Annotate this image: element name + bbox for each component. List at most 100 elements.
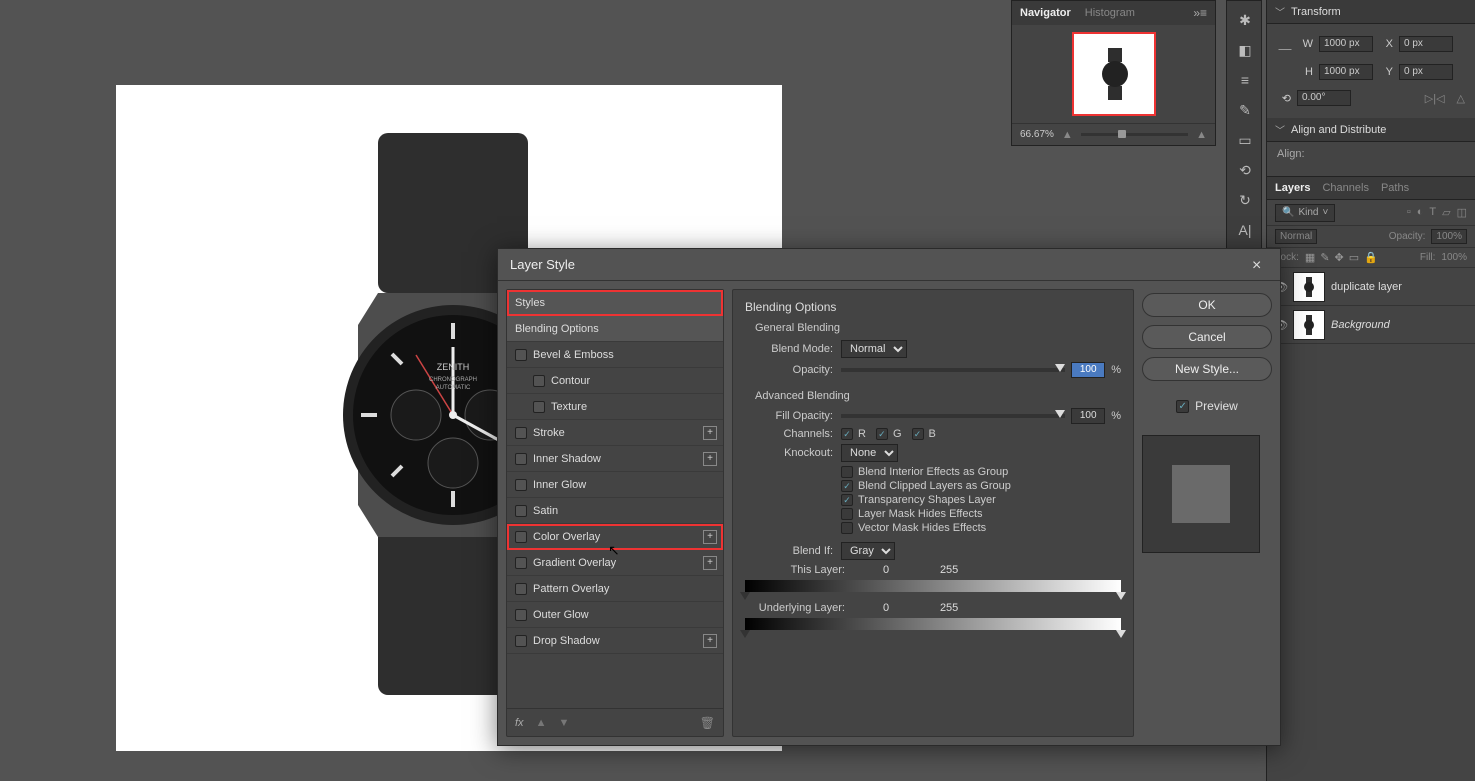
tab-channels[interactable]: Channels bbox=[1322, 182, 1368, 194]
blend-interior-checkbox[interactable] bbox=[841, 466, 853, 478]
preview-swatch bbox=[1142, 435, 1260, 553]
layer-name: Background bbox=[1331, 319, 1390, 331]
zoom-in-icon[interactable]: ▲ bbox=[1196, 129, 1207, 141]
lock-brush-icon[interactable]: ✎ bbox=[1320, 251, 1329, 264]
this-layer-label: This Layer: bbox=[745, 564, 845, 576]
tab-paths[interactable]: Paths bbox=[1381, 182, 1409, 194]
plus-icon[interactable]: + bbox=[703, 452, 717, 466]
height-field[interactable]: 1000 px bbox=[1319, 64, 1373, 80]
stroke-item[interactable]: Stroke+ bbox=[507, 420, 723, 446]
blend-clipped-checkbox[interactable] bbox=[841, 480, 853, 492]
outer-glow-item[interactable]: Outer Glow bbox=[507, 602, 723, 628]
plus-icon[interactable]: + bbox=[703, 634, 717, 648]
pattern-overlay-item[interactable]: Pattern Overlay bbox=[507, 576, 723, 602]
trash-icon[interactable]: 🗑 bbox=[700, 716, 715, 730]
align-section-header[interactable]: ﹀ Align and Distribute bbox=[1267, 118, 1475, 142]
transform-section-header[interactable]: ﹀ Transform bbox=[1267, 0, 1475, 24]
styles-header[interactable]: Styles bbox=[507, 290, 723, 316]
close-icon[interactable]: × bbox=[1252, 257, 1268, 273]
layer-thumbnail[interactable] bbox=[1293, 272, 1325, 302]
channel-r-checkbox[interactable] bbox=[841, 428, 853, 440]
library-icon[interactable]: ▭ bbox=[1227, 125, 1263, 155]
opacity-field[interactable]: 100 bbox=[1071, 362, 1105, 378]
ok-button[interactable]: OK bbox=[1142, 293, 1272, 317]
bevel-emboss-item[interactable]: Bevel & Emboss bbox=[507, 342, 723, 368]
channel-b-checkbox[interactable] bbox=[912, 428, 924, 440]
layer-row[interactable]: 👁 duplicate layer bbox=[1267, 268, 1475, 306]
lock-transparency-icon[interactable]: ▦ bbox=[1305, 251, 1315, 264]
drop-shadow-item[interactable]: Drop Shadow+ bbox=[507, 628, 723, 654]
inner-glow-item[interactable]: Inner Glow bbox=[507, 472, 723, 498]
flip-v-icon[interactable]: △ bbox=[1457, 92, 1465, 105]
zoom-out-icon[interactable]: ▲ bbox=[1062, 129, 1073, 141]
compass-icon[interactable]: ✱ bbox=[1227, 5, 1263, 35]
angle-field[interactable]: 0.00° bbox=[1297, 90, 1351, 106]
plus-icon[interactable]: + bbox=[703, 426, 717, 440]
layer-mask-hides-label: Layer Mask Hides Effects bbox=[858, 508, 983, 520]
lock-artboard-icon[interactable]: ▭ bbox=[1349, 251, 1359, 264]
color-overlay-item[interactable]: Color Overlay+ bbox=[507, 524, 723, 550]
arrow-down-icon[interactable]: ▼ bbox=[558, 717, 569, 729]
panel-menu-icon[interactable]: »≡ bbox=[1193, 6, 1207, 20]
x-field[interactable]: 0 px bbox=[1399, 36, 1453, 52]
lock-all-icon[interactable]: 🔒 bbox=[1364, 251, 1378, 264]
layers-opacity-field[interactable]: 100% bbox=[1431, 229, 1467, 244]
blend-interior-label: Blend Interior Effects as Group bbox=[858, 466, 1008, 478]
opacity-pct: % bbox=[1111, 364, 1121, 376]
flip-h-icon[interactable]: ▷|◁ bbox=[1425, 92, 1445, 105]
layer-filter-kind[interactable]: 🔍 Kind ˅ bbox=[1275, 204, 1335, 222]
new-style-button[interactable]: New Style... bbox=[1142, 357, 1272, 381]
zoom-slider[interactable] bbox=[1081, 133, 1188, 136]
inner-shadow-item[interactable]: Inner Shadow+ bbox=[507, 446, 723, 472]
navigator-thumbnail[interactable] bbox=[1072, 32, 1156, 116]
satin-item[interactable]: Satin bbox=[507, 498, 723, 524]
plus-icon[interactable]: + bbox=[703, 530, 717, 544]
width-field[interactable]: 1000 px bbox=[1319, 36, 1373, 52]
tab-histogram[interactable]: Histogram bbox=[1085, 7, 1135, 19]
knockout-select[interactable]: None bbox=[841, 444, 898, 462]
lock-move-icon[interactable]: ✥ bbox=[1335, 251, 1344, 264]
blending-options-item[interactable]: Blending Options bbox=[507, 316, 723, 342]
blend-if-select[interactable]: Gray bbox=[841, 542, 895, 560]
layers-blend-mode[interactable]: Normal bbox=[1275, 229, 1317, 244]
type-a-icon[interactable]: A| bbox=[1227, 215, 1263, 245]
filter-shape-icon[interactable]: ▱ bbox=[1442, 206, 1450, 219]
fill-opacity-slider[interactable] bbox=[841, 414, 1065, 418]
layer-row[interactable]: 👁 Background bbox=[1267, 306, 1475, 344]
cancel-button[interactable]: Cancel bbox=[1142, 325, 1272, 349]
layer-mask-hides-checkbox[interactable] bbox=[841, 508, 853, 520]
clone-icon[interactable]: ⟲ bbox=[1227, 155, 1263, 185]
contour-item[interactable]: Contour bbox=[507, 368, 723, 394]
fill-opacity-pct: % bbox=[1111, 410, 1121, 422]
brush-icon[interactable]: ✎ bbox=[1227, 95, 1263, 125]
plus-icon[interactable]: + bbox=[703, 556, 717, 570]
link-dimensions-icon[interactable]: ⎯⎯ bbox=[1277, 32, 1293, 66]
tab-layers[interactable]: Layers bbox=[1275, 182, 1310, 194]
filter-smart-icon[interactable]: ◫ bbox=[1457, 206, 1467, 219]
channel-g-checkbox[interactable] bbox=[876, 428, 888, 440]
color-icon[interactable]: ◧ bbox=[1227, 35, 1263, 65]
blend-mode-select[interactable]: Normal bbox=[841, 340, 907, 358]
opacity-slider[interactable] bbox=[841, 368, 1065, 372]
underlying-layer-slider[interactable] bbox=[745, 618, 1121, 630]
tab-navigator[interactable]: Navigator bbox=[1020, 7, 1071, 19]
adjustments-icon[interactable]: ≡ bbox=[1227, 65, 1263, 95]
preview-checkbox[interactable] bbox=[1176, 400, 1189, 413]
texture-item[interactable]: Texture bbox=[507, 394, 723, 420]
fx-menu-icon[interactable]: fx bbox=[515, 717, 524, 729]
y-label: Y bbox=[1379, 66, 1393, 78]
y-field[interactable]: 0 px bbox=[1399, 64, 1453, 80]
layers-fill-field[interactable]: 100% bbox=[1441, 252, 1467, 263]
layer-thumbnail[interactable] bbox=[1293, 310, 1325, 340]
transparency-shapes-checkbox[interactable] bbox=[841, 494, 853, 506]
vector-mask-hides-checkbox[interactable] bbox=[841, 522, 853, 534]
filter-adjust-icon[interactable]: ◐ bbox=[1417, 206, 1424, 219]
this-layer-slider[interactable] bbox=[745, 580, 1121, 592]
arrow-up-icon[interactable]: ▲ bbox=[536, 717, 547, 729]
zoom-level[interactable]: 66.67% bbox=[1020, 129, 1054, 140]
history-icon[interactable]: ↻ bbox=[1227, 185, 1263, 215]
fill-opacity-field[interactable]: 100 bbox=[1071, 408, 1105, 424]
gradient-overlay-item[interactable]: Gradient Overlay+ bbox=[507, 550, 723, 576]
filter-type-icon[interactable]: T bbox=[1429, 206, 1436, 219]
filter-pixel-icon[interactable]: ▫ bbox=[1407, 206, 1411, 219]
